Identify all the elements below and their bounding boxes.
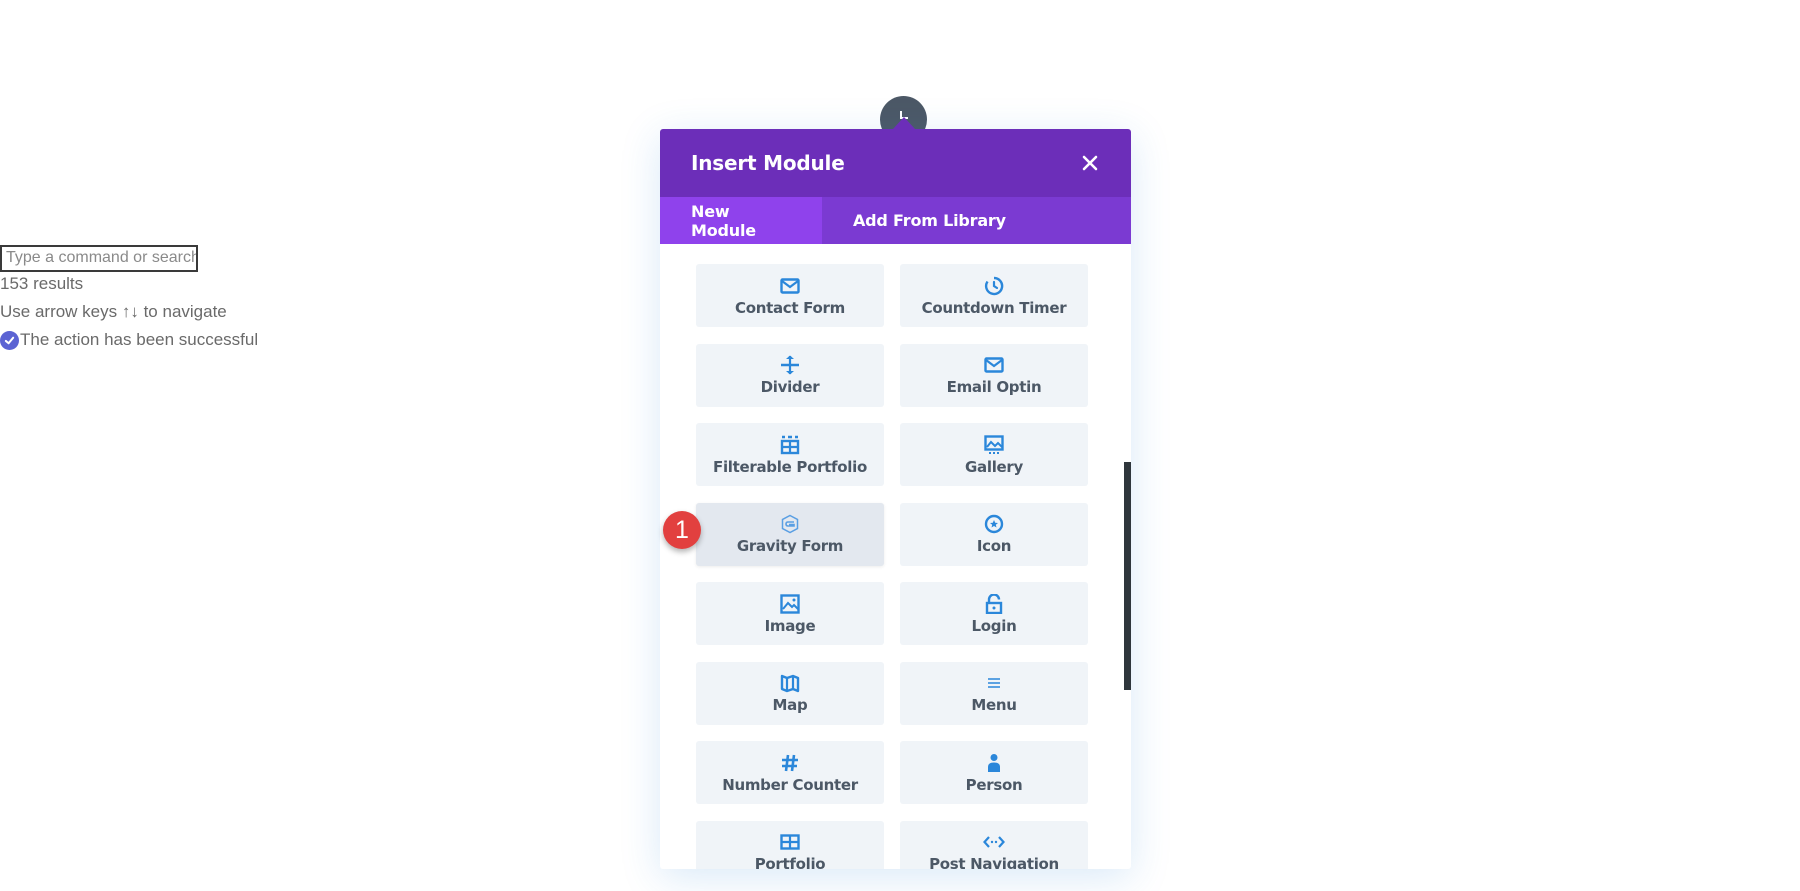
tab-add-from-library[interactable]: Add From Library [822, 197, 1037, 244]
insert-module-modal: Insert Module New Module Add From Librar… [660, 129, 1131, 869]
check-circle-icon [0, 330, 19, 350]
envelope-icon [984, 354, 1004, 376]
module-email-optin[interactable]: Email Optin [900, 343, 1088, 407]
module-filterable-portfolio[interactable]: Filterable Portfolio [696, 423, 884, 486]
post-nav-icon [983, 831, 1005, 853]
module-label: Post Navigation [929, 855, 1059, 869]
divider-icon [780, 354, 800, 376]
module-menu[interactable]: Menu [900, 661, 1088, 725]
module-label: Map [772, 696, 808, 714]
filterable-grid-icon [780, 434, 800, 456]
scrollbar[interactable] [1124, 462, 1131, 690]
module-label: Menu [971, 696, 1017, 714]
modal-tabs: New Module Add From Library [660, 197, 1131, 244]
module-label: Person [965, 775, 1023, 794]
module-map[interactable]: Map [696, 661, 884, 725]
module-image[interactable]: Image [696, 582, 884, 645]
module-label: Contact Form [735, 298, 845, 317]
module-number-counter[interactable]: Number Counter [696, 741, 884, 804]
module-list: Contact Form Countdown Timer Divider Ema… [660, 244, 1131, 869]
results-count: 153 results [0, 274, 84, 293]
module-contact-form[interactable]: Contact Form [696, 264, 884, 327]
module-divider[interactable]: Divider [696, 343, 884, 407]
close-button[interactable] [1079, 152, 1101, 174]
module-portfolio[interactable]: Portfolio [696, 820, 884, 869]
module-label: Email Optin [946, 378, 1042, 396]
module-label: Icon [976, 537, 1012, 555]
module-label: Number Counter [722, 775, 858, 794]
module-countdown-timer[interactable]: Countdown Timer [900, 264, 1088, 327]
command-search-input[interactable]: Type a command or search [0, 245, 198, 272]
success-status-text: The action has been successful [20, 330, 259, 349]
module-label: Login [971, 616, 1017, 635]
modal-title: Insert Module [691, 151, 845, 175]
tab-new-module[interactable]: New Module [660, 197, 822, 244]
module-label: Gallery [965, 457, 1023, 476]
module-label: Gravity Form [736, 537, 844, 555]
hash-icon [780, 752, 800, 774]
module-login[interactable]: Login [900, 582, 1088, 645]
menu-icon [987, 672, 1001, 694]
module-label: Filterable Portfolio [713, 457, 867, 476]
module-label: Image [764, 616, 816, 635]
gravity-forms-icon [780, 513, 800, 535]
step-badge: 1 [663, 511, 701, 549]
module-icon[interactable]: Icon [900, 502, 1088, 566]
star-circle-icon [984, 513, 1004, 535]
close-icon [1082, 155, 1098, 171]
module-label: Countdown Timer [921, 298, 1067, 317]
modal-header: Insert Module [660, 129, 1131, 197]
success-status: The action has been successful [0, 330, 258, 350]
gallery-icon [984, 434, 1004, 456]
grid-icon [780, 831, 800, 853]
image-icon [780, 593, 800, 615]
map-icon [780, 672, 800, 694]
module-gravity-form[interactable]: Gravity Form [696, 502, 884, 566]
navigation-hint: Use arrow keys ↑↓ to navigate [0, 302, 227, 321]
modal-pointer-arrow [893, 117, 915, 129]
module-label: Portfolio [754, 855, 826, 869]
person-icon [986, 752, 1002, 774]
timer-icon [984, 275, 1004, 297]
module-post-navigation[interactable]: Post Navigation [900, 820, 1088, 869]
module-gallery[interactable]: Gallery [900, 423, 1088, 486]
unlock-icon [985, 593, 1003, 615]
module-label: Divider [760, 378, 820, 396]
envelope-icon [780, 275, 800, 297]
module-person[interactable]: Person [900, 741, 1088, 804]
